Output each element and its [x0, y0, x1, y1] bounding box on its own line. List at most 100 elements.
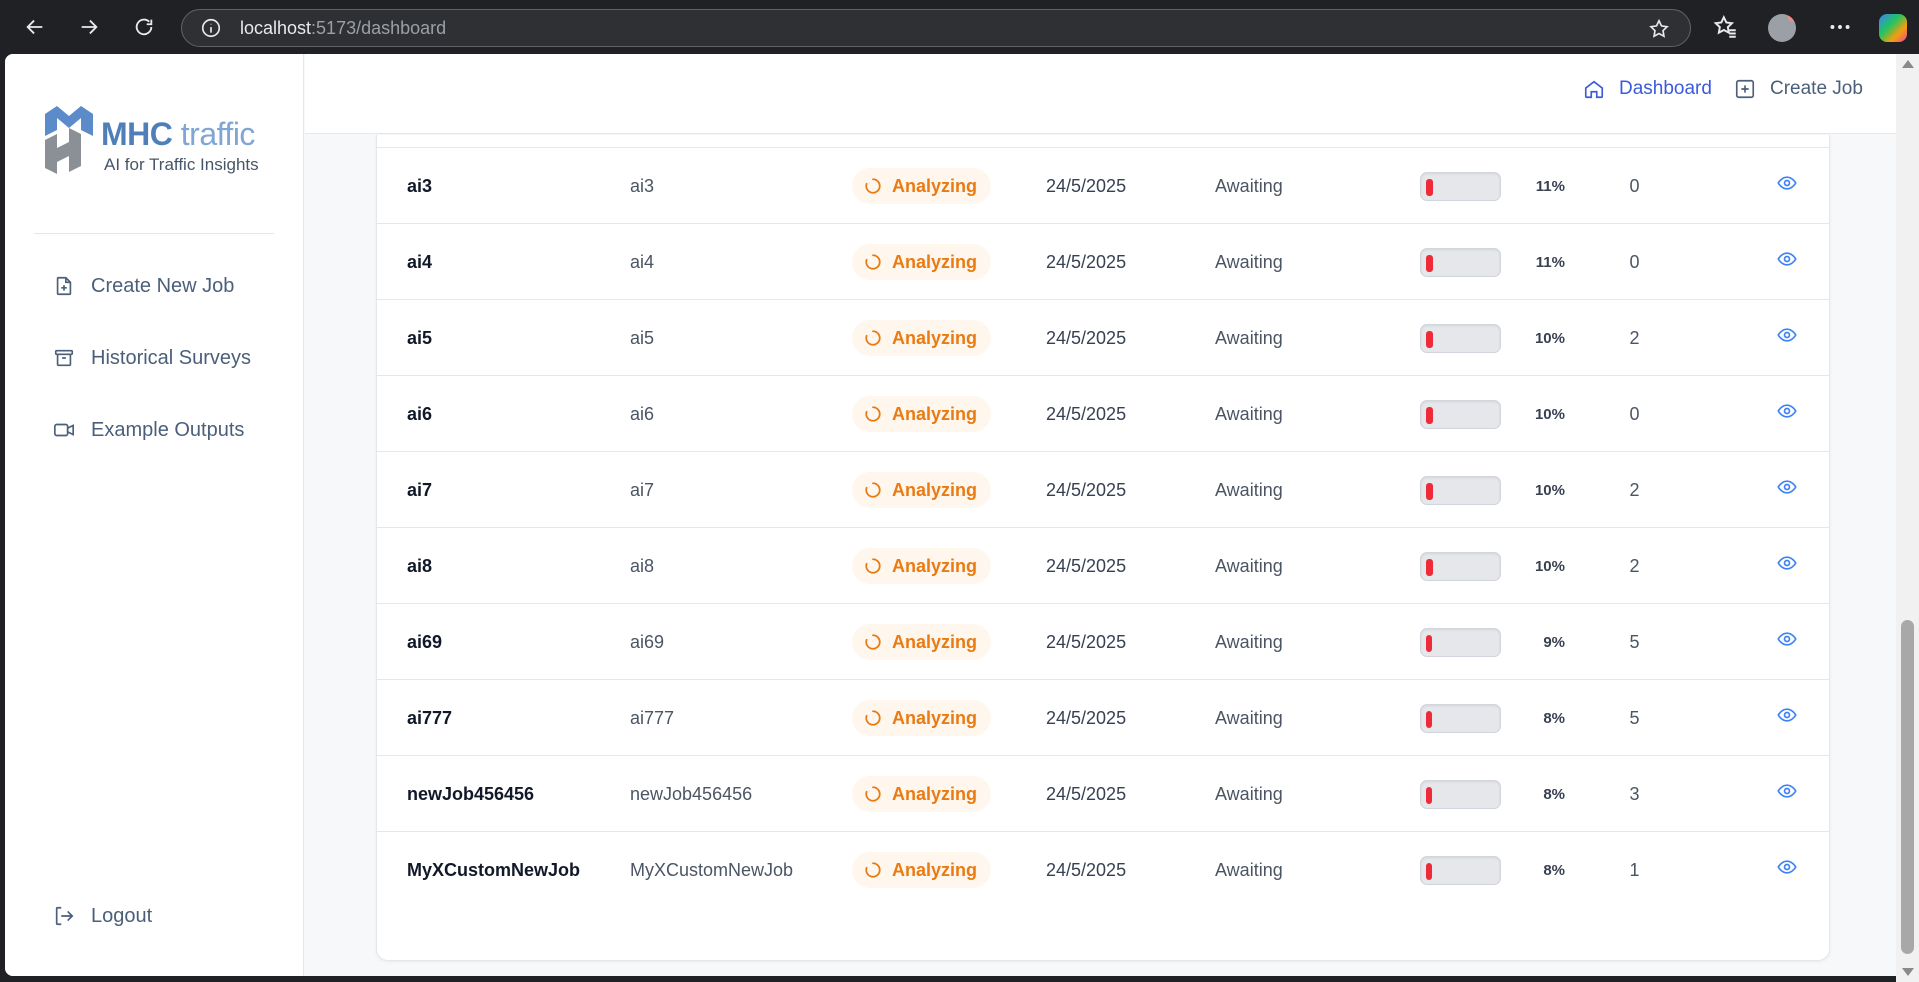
job-description: ai777 [630, 707, 675, 728]
table-row: newJob456456 newJob456456 Analyzing 24/5… [377, 756, 1829, 832]
view-button[interactable] [1762, 528, 1812, 604]
job-count: 0 [1629, 403, 1640, 424]
scroll-down-arrow[interactable] [1902, 968, 1914, 976]
more-options-icon[interactable] [1827, 14, 1853, 40]
eye-icon [1777, 784, 1797, 798]
sidebar-item-example-outputs[interactable]: Example Outputs [53, 414, 244, 446]
view-button[interactable] [1762, 756, 1812, 832]
job-date: 24/5/2025 [1046, 479, 1127, 500]
url-text: localhost:5173/dashboard [240, 18, 446, 39]
eye-icon [1777, 252, 1797, 266]
job-state: Awaiting [1215, 327, 1283, 348]
job-name: ai4 [407, 251, 433, 272]
forward-button[interactable] [69, 7, 109, 47]
copilot-icon[interactable] [1879, 14, 1907, 42]
file-plus-icon [56, 276, 72, 296]
brand-tagline: AI for Traffic Insights [104, 155, 259, 174]
progress-percent: 8% [1543, 861, 1565, 879]
address-bar[interactable]: localhost:5173/dashboard [181, 9, 1691, 47]
status-cell: Analyzing [852, 224, 992, 300]
job-count: 0 [1629, 175, 1640, 196]
sidebar-item-historical-surveys[interactable]: Historical Surveys [53, 342, 251, 374]
nav-dashboard-label: Dashboard [1619, 78, 1712, 99]
job-date: 24/5/2025 [1046, 707, 1127, 728]
view-button[interactable] [1762, 452, 1812, 528]
progress-bar-fill [1426, 862, 1432, 880]
view-button[interactable] [1762, 224, 1812, 300]
url-host: localhost [240, 17, 312, 38]
status-cell: Analyzing [852, 680, 992, 756]
job-description: MyXCustomNewJob [630, 859, 794, 880]
nav-create-job-label: Create Job [1770, 78, 1863, 99]
page-viewport: MHC traffic AI for Traffic Insights Crea… [5, 54, 1896, 976]
nav-dashboard-link[interactable]: Dashboard [1583, 76, 1712, 102]
progress-bar-fill [1426, 634, 1432, 652]
status-label: Analyzing [892, 479, 978, 500]
favorites-icon[interactable] [1713, 14, 1739, 40]
reload-button[interactable] [124, 7, 164, 47]
sidebar-item-label: Create New Job [91, 274, 235, 297]
eye-icon [1777, 708, 1797, 722]
status-cell: Analyzing [852, 376, 992, 452]
loader-icon [865, 786, 881, 802]
nav-create-job-link[interactable]: Create Job [1734, 76, 1863, 102]
sidebar: MHC traffic AI for Traffic Insights Crea… [5, 54, 304, 976]
view-button[interactable] [1762, 148, 1812, 224]
job-state: Awaiting [1215, 479, 1283, 500]
sidebar-divider [34, 233, 274, 234]
status-badge: Analyzing [852, 320, 992, 356]
back-button[interactable] [15, 7, 55, 47]
scrollbar-thumb[interactable] [1901, 620, 1914, 954]
status-badge: Analyzing [852, 624, 992, 660]
view-button[interactable] [1762, 376, 1812, 452]
table-row: ai5 ai5 Analyzing 24/5/2025 Awaiting 10%… [377, 300, 1829, 376]
job-state: Awaiting [1215, 175, 1283, 196]
job-name: ai7 [407, 479, 433, 500]
status-badge: Analyzing [852, 700, 992, 736]
job-date: 24/5/2025 [1046, 251, 1127, 272]
status-label: Analyzing [892, 403, 978, 424]
job-date: 24/5/2025 [1046, 859, 1127, 880]
page-scrollbar[interactable] [1896, 54, 1919, 982]
video-icon [54, 423, 74, 437]
progress-percent: 10% [1534, 329, 1565, 347]
eye-icon [1777, 556, 1797, 570]
view-button[interactable] [1762, 300, 1812, 376]
table-row: ai8 ai8 Analyzing 24/5/2025 Awaiting 10%… [377, 528, 1829, 604]
job-state: Awaiting [1215, 555, 1283, 576]
logout-button[interactable]: Logout [53, 900, 152, 932]
progress-percent: 8% [1543, 709, 1565, 727]
info-icon[interactable] [200, 17, 222, 39]
loader-icon [865, 482, 881, 498]
eye-icon [1777, 480, 1797, 494]
job-date: 24/5/2025 [1046, 175, 1127, 196]
sidebar-item-label: Example Outputs [91, 418, 245, 441]
job-description: ai8 [630, 555, 655, 576]
table-row: MyXCustomNewJob MyXCustomNewJob Analyzin… [377, 832, 1829, 908]
progress-percent: 11% [1535, 177, 1565, 195]
status-label: Analyzing [892, 327, 978, 348]
top-header: Dashboard Create Job [305, 54, 1896, 134]
progress-percent: 8% [1543, 785, 1565, 803]
table-body: ai3 ai3 Analyzing 24/5/2025 Awaiting 11%… [377, 148, 1829, 908]
avatar[interactable] [1768, 14, 1796, 42]
progress-bar-fill [1426, 482, 1433, 500]
job-count: 2 [1629, 555, 1640, 576]
sidebar-item-create-new-job[interactable]: Create New Job [53, 270, 234, 302]
status-label: Analyzing [892, 631, 978, 652]
arrow-left-icon [26, 19, 43, 35]
logout-icon [55, 906, 74, 926]
scroll-up-arrow[interactable] [1902, 60, 1914, 68]
view-button[interactable] [1762, 832, 1812, 908]
eye-icon [1777, 328, 1797, 342]
loader-icon [865, 178, 881, 194]
progress-percent: 9% [1543, 633, 1565, 651]
plus-square-icon [1735, 79, 1755, 99]
progress-bar-fill [1426, 330, 1433, 348]
star-icon[interactable] [1648, 18, 1670, 40]
view-button[interactable] [1762, 604, 1812, 680]
loader-icon [865, 254, 881, 270]
progress-bar-fill [1426, 710, 1432, 728]
job-date: 24/5/2025 [1046, 327, 1127, 348]
view-button[interactable] [1762, 680, 1812, 756]
